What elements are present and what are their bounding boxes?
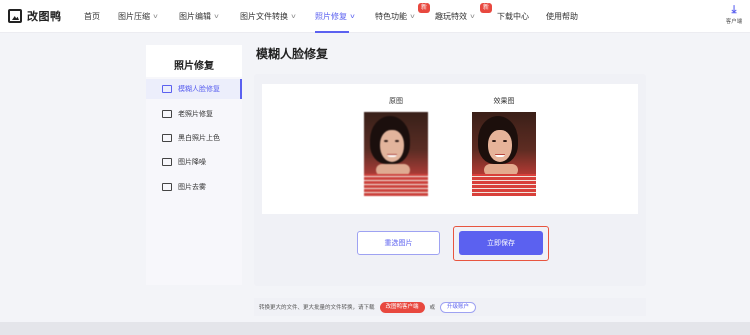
- nav-item-photo-repair[interactable]: 照片修复 v: [315, 11, 355, 22]
- colorize-icon: [162, 134, 172, 142]
- original-image: [364, 112, 428, 196]
- or-text: 或: [429, 305, 436, 311]
- sidebar: 照片修复 模糊人脸修复 老照片修复 黑白照片上色 图片降噪 图片去雾: [146, 45, 242, 285]
- sidebar-item-old-photo[interactable]: 老照片修复: [146, 104, 242, 124]
- preview-canvas: [262, 84, 638, 214]
- bottom-promo-bar: 转换更大的文件、更大批量的文件转换，请下载 改图鸭客户端 或 升级账户: [254, 298, 646, 316]
- logo-icon: [8, 9, 22, 23]
- page-title: 模糊人脸修复: [256, 47, 329, 61]
- nav-item-features[interactable]: 特色功能 v: [375, 11, 415, 22]
- dehaze-icon: [162, 183, 172, 191]
- nav-item-edit[interactable]: 图片编辑 v: [179, 11, 219, 22]
- nav-item-help[interactable]: 使用帮助: [546, 11, 578, 22]
- chevron-down-icon: v: [470, 13, 475, 20]
- logo[interactable]: 改图鸭: [8, 8, 62, 24]
- download-icon: ⤓: [731, 4, 737, 16]
- chevron-down-icon: v: [291, 13, 296, 20]
- active-nav-indicator: [315, 31, 349, 33]
- save-now-button[interactable]: 立即保存: [459, 231, 543, 255]
- nav-item-convert[interactable]: 图片文件转换 v: [240, 11, 296, 22]
- sidebar-item-dehaze[interactable]: 图片去雾: [146, 177, 242, 197]
- result-image: [472, 112, 536, 196]
- top-navbar: 改图鸭 首页 图片压缩 v 图片编辑 v 图片文件转换 v 照片修复 v 特色功…: [0, 0, 750, 33]
- sidebar-item-face-repair[interactable]: 模糊人脸修复: [146, 79, 242, 99]
- promo-text: 转换更大的文件、更大批量的文件转换，请下载: [259, 305, 375, 311]
- nav-item-download[interactable]: 下载中心: [497, 11, 529, 22]
- horizontal-scrollbar[interactable]: [0, 322, 750, 335]
- face-repair-icon: [162, 85, 172, 93]
- chevron-down-icon: v: [410, 13, 415, 20]
- reselect-image-button[interactable]: 重选图片: [357, 231, 440, 255]
- new-badge: 新: [480, 3, 493, 13]
- old-photo-icon: [162, 110, 172, 118]
- upgrade-account-button[interactable]: 升级账户: [440, 301, 477, 313]
- chevron-down-icon: v: [214, 13, 219, 20]
- client-download-button[interactable]: ⤓ 客户端: [722, 4, 746, 25]
- logo-text: 改图鸭: [27, 11, 62, 23]
- sidebar-title: 照片修复: [174, 61, 214, 72]
- new-badge: 新: [418, 3, 431, 13]
- original-label: 原图: [389, 98, 403, 105]
- chevron-down-icon: v: [153, 13, 158, 20]
- sidebar-list: 模糊人脸修复 老照片修复 黑白照片上色 图片降噪 图片去雾: [146, 77, 242, 285]
- sidebar-item-denoise[interactable]: 图片降噪: [146, 152, 242, 172]
- denoise-icon: [162, 158, 172, 166]
- sidebar-item-colorize[interactable]: 黑白照片上色: [146, 128, 242, 148]
- nav-item-compress[interactable]: 图片压缩 v: [118, 11, 158, 22]
- download-client-button[interactable]: 改图鸭客户端: [379, 301, 425, 313]
- nav-item-fun-effects[interactable]: 趣玩特效 v: [435, 11, 475, 22]
- result-label: 效果图: [493, 98, 515, 105]
- chevron-down-icon: v: [350, 13, 355, 20]
- nav-item-home[interactable]: 首页: [84, 11, 100, 22]
